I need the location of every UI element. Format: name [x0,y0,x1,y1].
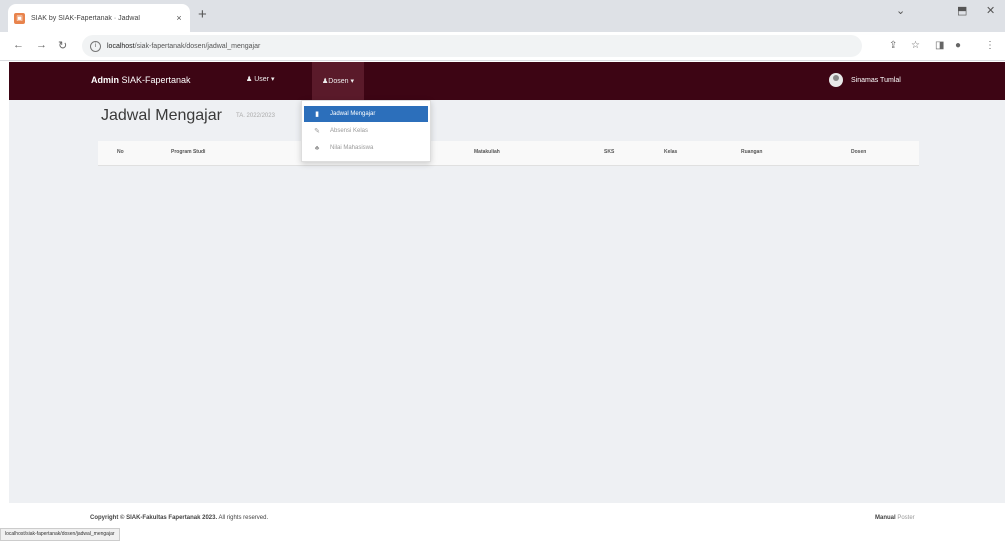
app-navbar: Admin SIAK-Fapertanak ♟ User ▾ ♟ Dosen ▾… [9,62,1005,100]
copyright-text: Copyright © SIAK-Fakultas Fapertanak 202… [90,515,268,521]
new-tab-button[interactable]: + [198,6,207,23]
address-bar: ← → ↻ i localhost /siak-fapertanak/dosen… [0,32,1005,61]
dosen-dropdown-menu: ▮ Jadwal Mengajar ✎ Absensi Kelas ♣ Nila… [301,100,431,162]
app-brand[interactable]: Admin SIAK-Fapertanak [91,75,191,85]
minimize-icon[interactable]: ⌄ [896,4,905,17]
favicon-icon: ▣ [14,12,25,24]
page-subtitle: TA. 2022/2023 [236,113,275,119]
page-title: Jadwal Mengajar [101,107,222,124]
nav-dosen-label: Dosen ▾ [328,78,354,85]
reload-icon[interactable]: ↻ [58,39,67,52]
profile-icon[interactable]: ● [955,40,961,51]
back-arrow-icon[interactable]: ← [13,39,24,51]
window-close-icon[interactable]: ✕ [986,4,995,17]
col-sks: SKS [604,149,615,155]
menu-item-nilai-mahasiswa[interactable]: ♣ Nilai Mahasiswa [304,140,428,156]
col-dosen: Dosen [851,149,867,155]
user-name: Sinamas Tumlal [851,76,901,84]
main-content: Jadwal Mengajar TA. 2022/2023 No Program… [9,100,1005,503]
nav-dosen-menu[interactable]: ♟ Dosen ▾ [312,62,364,100]
manual-rest: Poster [895,515,915,521]
menu-item-absensi-kelas[interactable]: ✎ Absensi Kelas [304,123,428,139]
pen-icon: ✎ [314,128,320,135]
copyright-rest: All rights reserved. [217,515,269,521]
site-info-icon[interactable]: i [90,40,101,52]
menu-item-label: Jadwal Mengajar [330,111,376,117]
nav-user-menu[interactable]: ♟ User ▾ [246,75,274,83]
user-icon: ♟ [246,76,255,83]
nav-user-profile[interactable]: Sinamas Tumlal [829,73,901,87]
browser-tab[interactable]: ▣ SIAK by SIAK-Fapertanak · Jadwal × [8,4,190,32]
nav-user-label: User ▾ [254,76,275,83]
url-field[interactable]: i localhost /siak-fapertanak/dosen/jadwa… [82,35,862,57]
tab-close-icon[interactable]: × [172,13,186,23]
col-kelas: Kelas [664,149,678,155]
brand-bold: Admin [91,75,119,85]
brand-rest: SIAK-Fapertanak [119,75,191,85]
manual-bold: Manual [875,515,896,521]
tab-title: SIAK by SIAK-Fapertanak · Jadwal [31,14,140,22]
bookmark-star-icon[interactable]: ☆ [911,40,920,51]
status-bar-url: localhost/siak-fapertanak/dosen/jadwal_m… [0,528,120,541]
avatar [829,73,843,87]
menu-kebab-icon[interactable]: ⋮ [985,40,995,51]
col-no: No [117,149,124,155]
manual-link[interactable]: Manual Poster [875,515,915,521]
col-matakuliah: Matakuliah [474,149,500,155]
col-program-studi: Program Studi [171,149,206,155]
forward-arrow-icon[interactable]: → [36,39,47,51]
menu-item-label: Nilai Mahasiswa [330,145,374,151]
menu-item-label: Absensi Kelas [330,128,369,134]
url-host: localhost [107,42,135,50]
copyright-bold: Copyright © SIAK-Fakultas Fapertanak 202… [90,515,218,521]
book-icon: ▮ [315,111,319,118]
browser-tab-bar: ▣ SIAK by SIAK-Fapertanak · Jadwal × + ⌄… [0,0,1005,32]
page-footer: Copyright © SIAK-Fakultas Fapertanak 202… [9,503,1005,539]
schedule-table-header: No Program Studi Matakuliah SKS Kelas Ru… [98,141,919,166]
restore-icon[interactable]: ⬒ [957,4,967,17]
col-ruangan: Ruangan [741,149,763,155]
users-icon: ♣ [314,144,320,152]
url-path: /siak-fapertanak/dosen/jadwal_mengajar [134,42,261,50]
sidepanel-icon[interactable]: ◨ [935,40,944,51]
share-icon[interactable]: ⇪ [889,40,897,51]
menu-item-jadwal-mengajar[interactable]: ▮ Jadwal Mengajar [304,106,428,122]
